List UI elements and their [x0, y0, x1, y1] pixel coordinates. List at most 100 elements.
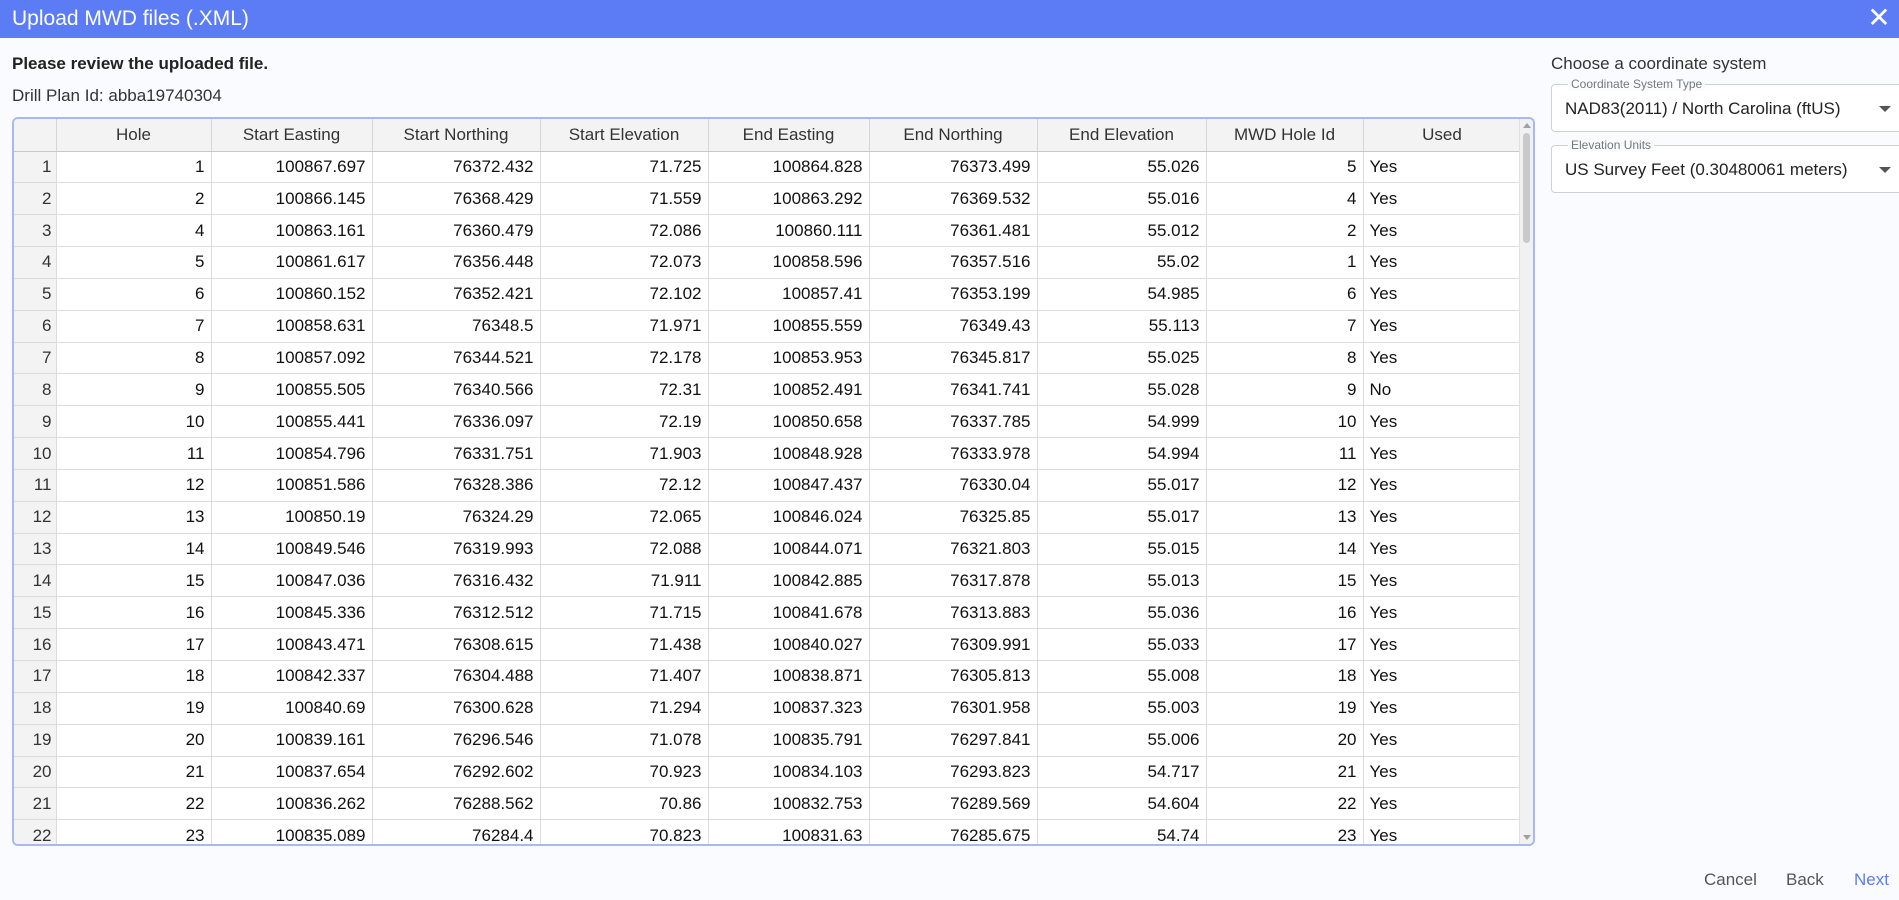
table-cell[interactable]: 4 — [56, 214, 212, 248]
table-cell[interactable]: 54.985 — [1037, 278, 1207, 311]
table-cell[interactable]: Yes — [1363, 564, 1522, 598]
table-cell[interactable]: 100857.41 — [708, 278, 870, 311]
table-cell[interactable]: 76292.602 — [372, 756, 541, 789]
table-cell[interactable]: 76301.958 — [869, 692, 1038, 725]
table-cell[interactable]: 13 — [1206, 501, 1364, 534]
table-cell[interactable]: 100863.161 — [211, 214, 373, 248]
table-cell[interactable]: 21 — [1206, 756, 1364, 789]
table-cell[interactable]: 76316.432 — [372, 564, 541, 598]
table-cell[interactable]: 76368.429 — [372, 182, 541, 216]
table-cell[interactable]: 100835.791 — [708, 724, 870, 757]
table-cell[interactable]: 76284.4 — [372, 819, 541, 844]
table-cell[interactable]: Yes — [1363, 182, 1522, 216]
table-cell[interactable]: Yes — [1363, 342, 1522, 375]
table-cell[interactable]: 76331.751 — [372, 437, 541, 470]
table-row[interactable]: 4 5 100861.617 76356.448 72.073 100858.596 763… — [14, 246, 1522, 279]
table-cell[interactable]: 100847.036 — [211, 564, 373, 598]
table-cell[interactable]: 55.026 — [1037, 151, 1207, 184]
table-cell[interactable]: 100842.885 — [708, 564, 870, 598]
table-cell[interactable]: 54.999 — [1037, 405, 1207, 439]
table-cell[interactable]: 100845.336 — [211, 596, 373, 630]
table-cell[interactable]: Yes — [1363, 214, 1522, 248]
table-cell[interactable]: 23 — [1206, 819, 1364, 844]
table-cell[interactable]: 76360.479 — [372, 214, 541, 248]
table-cell[interactable]: 71.559 — [540, 182, 709, 216]
table-cell[interactable]: 100832.753 — [708, 787, 870, 821]
table-cell[interactable]: Yes — [1363, 151, 1522, 184]
table-cell[interactable]: Yes — [1363, 278, 1522, 311]
data-grid[interactable]: Hole Start Easting Start Northing Start … — [12, 117, 1535, 846]
table-cell[interactable]: Yes — [1363, 660, 1522, 693]
chevron-down-icon[interactable] — [1879, 167, 1891, 173]
table-cell[interactable]: 100851.586 — [211, 469, 373, 502]
table-cell[interactable]: 100839.161 — [211, 724, 373, 757]
table-cell[interactable]: 1 — [1206, 246, 1364, 279]
table-row[interactable]: 19 20 100839.161 76296.546 71.078 100835.791 7… — [14, 724, 1522, 757]
table-cell[interactable]: 76372.432 — [372, 151, 541, 184]
table-cell[interactable]: 2 — [56, 182, 212, 216]
table-cell[interactable]: 100850.658 — [708, 405, 870, 439]
table-cell[interactable]: 76356.448 — [372, 246, 541, 279]
table-cell[interactable]: 100837.323 — [708, 692, 870, 725]
table-cell[interactable]: 76341.741 — [869, 373, 1038, 407]
back-button[interactable]: Back — [1786, 870, 1824, 890]
table-cell[interactable]: Yes — [1363, 246, 1522, 279]
table-cell[interactable]: 55.013 — [1037, 564, 1207, 598]
table-cell[interactable]: 16 — [56, 596, 212, 630]
table-cell[interactable]: 54.994 — [1037, 437, 1207, 470]
table-cell[interactable]: 76328.386 — [372, 469, 541, 502]
table-cell[interactable]: 76336.097 — [372, 405, 541, 439]
table-cell[interactable]: 100866.145 — [211, 182, 373, 216]
table-cell[interactable]: 16 — [1206, 596, 1364, 630]
table-cell[interactable]: 76337.785 — [869, 405, 1038, 439]
table-cell[interactable]: 100834.103 — [708, 756, 870, 789]
table-cell[interactable]: 72.19 — [540, 405, 709, 439]
table-cell[interactable]: 55.012 — [1037, 214, 1207, 248]
table-cell[interactable]: 76345.817 — [869, 342, 1038, 375]
table-cell[interactable]: 55.003 — [1037, 692, 1207, 725]
table-row[interactable]: 15 16 100845.336 76312.512 71.715 100841.678 7… — [14, 596, 1522, 630]
table-cell[interactable]: 100840.69 — [211, 692, 373, 725]
column-header-end-elevation[interactable]: End Elevation — [1037, 119, 1207, 152]
table-cell[interactable]: 4 — [1206, 182, 1364, 216]
table-cell[interactable]: 100844.071 — [708, 533, 870, 566]
table-cell[interactable]: 71.438 — [540, 628, 709, 661]
table-cell[interactable]: 100836.262 — [211, 787, 373, 821]
table-cell[interactable]: 100842.337 — [211, 660, 373, 693]
table-row[interactable]: 16 17 100843.471 76308.615 71.438 100840.027 7… — [14, 628, 1522, 661]
table-cell[interactable]: 55.02 — [1037, 246, 1207, 279]
table-cell[interactable]: 9 — [1206, 373, 1364, 407]
table-cell[interactable]: 12 — [1206, 469, 1364, 502]
table-cell[interactable]: 76317.878 — [869, 564, 1038, 598]
table-cell[interactable]: 76333.978 — [869, 437, 1038, 470]
table-cell[interactable]: 11 — [1206, 437, 1364, 470]
table-cell[interactable]: Yes — [1363, 724, 1522, 757]
table-cell[interactable]: 54.717 — [1037, 756, 1207, 789]
table-cell[interactable]: Yes — [1363, 405, 1522, 439]
table-cell[interactable]: 54.74 — [1037, 819, 1207, 844]
table-cell[interactable]: 100848.928 — [708, 437, 870, 470]
table-cell[interactable]: 76361.481 — [869, 214, 1038, 248]
table-row[interactable]: 2 2 100866.145 76368.429 71.559 100863.292 763… — [14, 182, 1522, 216]
table-row[interactable]: 6 7 100858.631 76348.5 71.971 100855.559 76349… — [14, 310, 1522, 343]
column-header-used[interactable]: Used — [1363, 119, 1522, 152]
column-header-end-easting[interactable]: End Easting — [708, 119, 870, 152]
table-cell[interactable]: 6 — [56, 278, 212, 311]
table-cell[interactable]: 55.016 — [1037, 182, 1207, 216]
table-row[interactable]: 8 9 100855.505 76340.566 72.31 100852.491 7634… — [14, 373, 1522, 407]
table-cell[interactable]: 14 — [1206, 533, 1364, 566]
table-cell[interactable]: 76349.43 — [869, 310, 1038, 343]
table-cell[interactable]: 12 — [56, 469, 212, 502]
table-cell[interactable]: Yes — [1363, 469, 1522, 502]
table-cell[interactable]: Yes — [1363, 692, 1522, 725]
table-cell[interactable]: 8 — [1206, 342, 1364, 375]
table-cell[interactable]: 100860.111 — [708, 214, 870, 248]
table-cell[interactable]: 100849.546 — [211, 533, 373, 566]
table-row[interactable]: 3 4 100863.161 76360.479 72.086 100860.111 763… — [14, 214, 1522, 248]
table-row[interactable]: 22 23 100835.089 76284.4 70.823 100831.63 7628… — [14, 819, 1522, 844]
table-cell[interactable]: 100840.027 — [708, 628, 870, 661]
table-cell[interactable]: 5 — [56, 246, 212, 279]
table-cell[interactable]: 55.036 — [1037, 596, 1207, 630]
table-cell[interactable]: 17 — [56, 628, 212, 661]
table-cell[interactable]: 100847.437 — [708, 469, 870, 502]
